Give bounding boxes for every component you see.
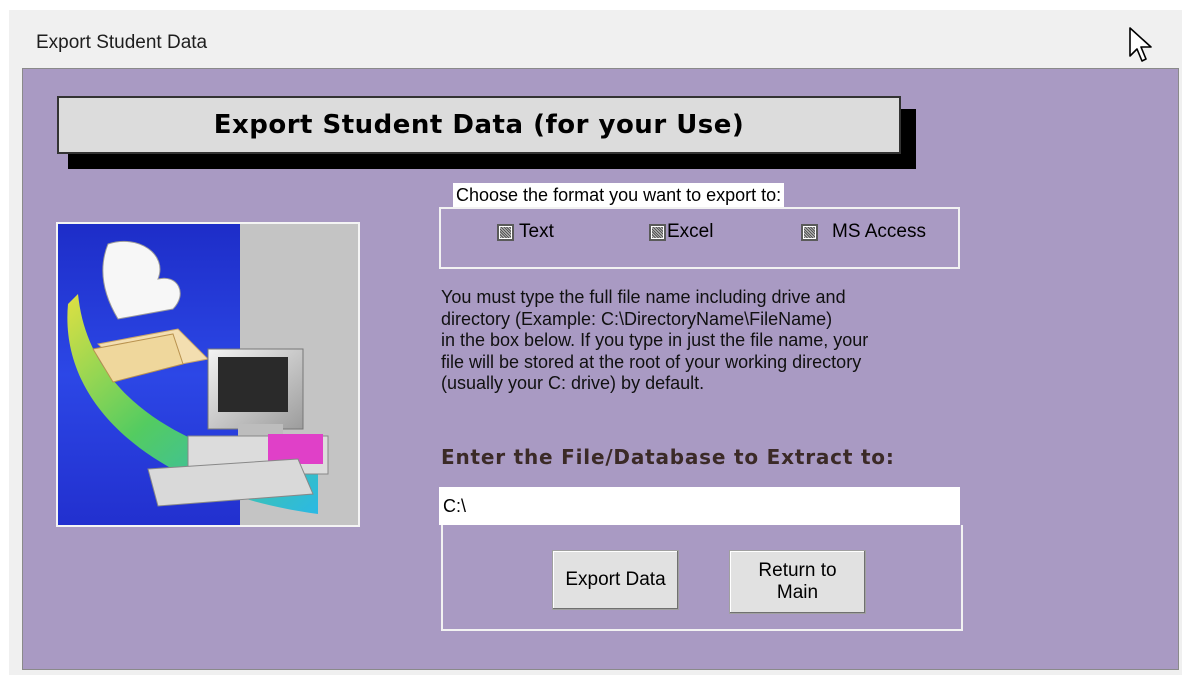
checkbox-mark-icon [652, 226, 663, 238]
computer-illustration-icon [58, 224, 358, 525]
banner-title: Export Student Data (for your Use) [213, 110, 745, 140]
ms-access-option-label: MS Access [832, 221, 926, 242]
checkbox-mark-icon [804, 226, 815, 238]
form-client-area: Export Student Data (for your Use) Choos… [22, 68, 1179, 670]
return-button-line1: Return to [758, 560, 837, 581]
extract-path-label: Enter the File/Database to Extract to: [441, 445, 895, 469]
title-bar[interactable]: Export Student Data [9, 10, 1182, 68]
excel-checkbox[interactable] [649, 223, 666, 241]
window-title: Export Student Data [36, 32, 208, 53]
export-student-data-window: Export Student Data Export Student Data … [9, 10, 1182, 675]
instruction-line: directory (Example: C:\DirectoryName\Fil… [441, 308, 833, 329]
instructions-text: You must type the full file name includi… [441, 287, 981, 395]
header-banner: Export Student Data (for your Use) [57, 96, 901, 154]
text-option-label: Text [519, 221, 554, 242]
mouse-pointer-icon [1129, 27, 1152, 62]
computer-folder-illustration [56, 222, 360, 527]
return-button-line2: Main [776, 582, 819, 603]
instruction-line: in the box below. If you type in just th… [441, 330, 869, 350]
format-group-legend: Choose the format you want to export to: [453, 183, 785, 207]
instruction-line: You must type the full file name includi… [441, 287, 846, 307]
text-checkbox[interactable] [497, 223, 514, 241]
button-group-frame: Export Data Return to Main [441, 525, 963, 631]
ms-access-checkbox[interactable] [801, 223, 818, 241]
excel-option-label: Excel [667, 221, 714, 242]
return-to-main-button[interactable]: Return to Main [729, 550, 866, 614]
text-format-option[interactable]: Text [497, 221, 554, 243]
instruction-line: (usually your C: drive) by default. [441, 373, 705, 393]
excel-format-option[interactable]: Excel [649, 221, 713, 243]
checkbox-mark-icon [500, 226, 511, 238]
extract-path-input[interactable] [439, 487, 960, 525]
ms-access-format-option[interactable]: MS Access [801, 221, 926, 243]
export-data-button[interactable]: Export Data [552, 550, 679, 610]
instruction-line: file will be stored at the root of your … [441, 351, 862, 372]
